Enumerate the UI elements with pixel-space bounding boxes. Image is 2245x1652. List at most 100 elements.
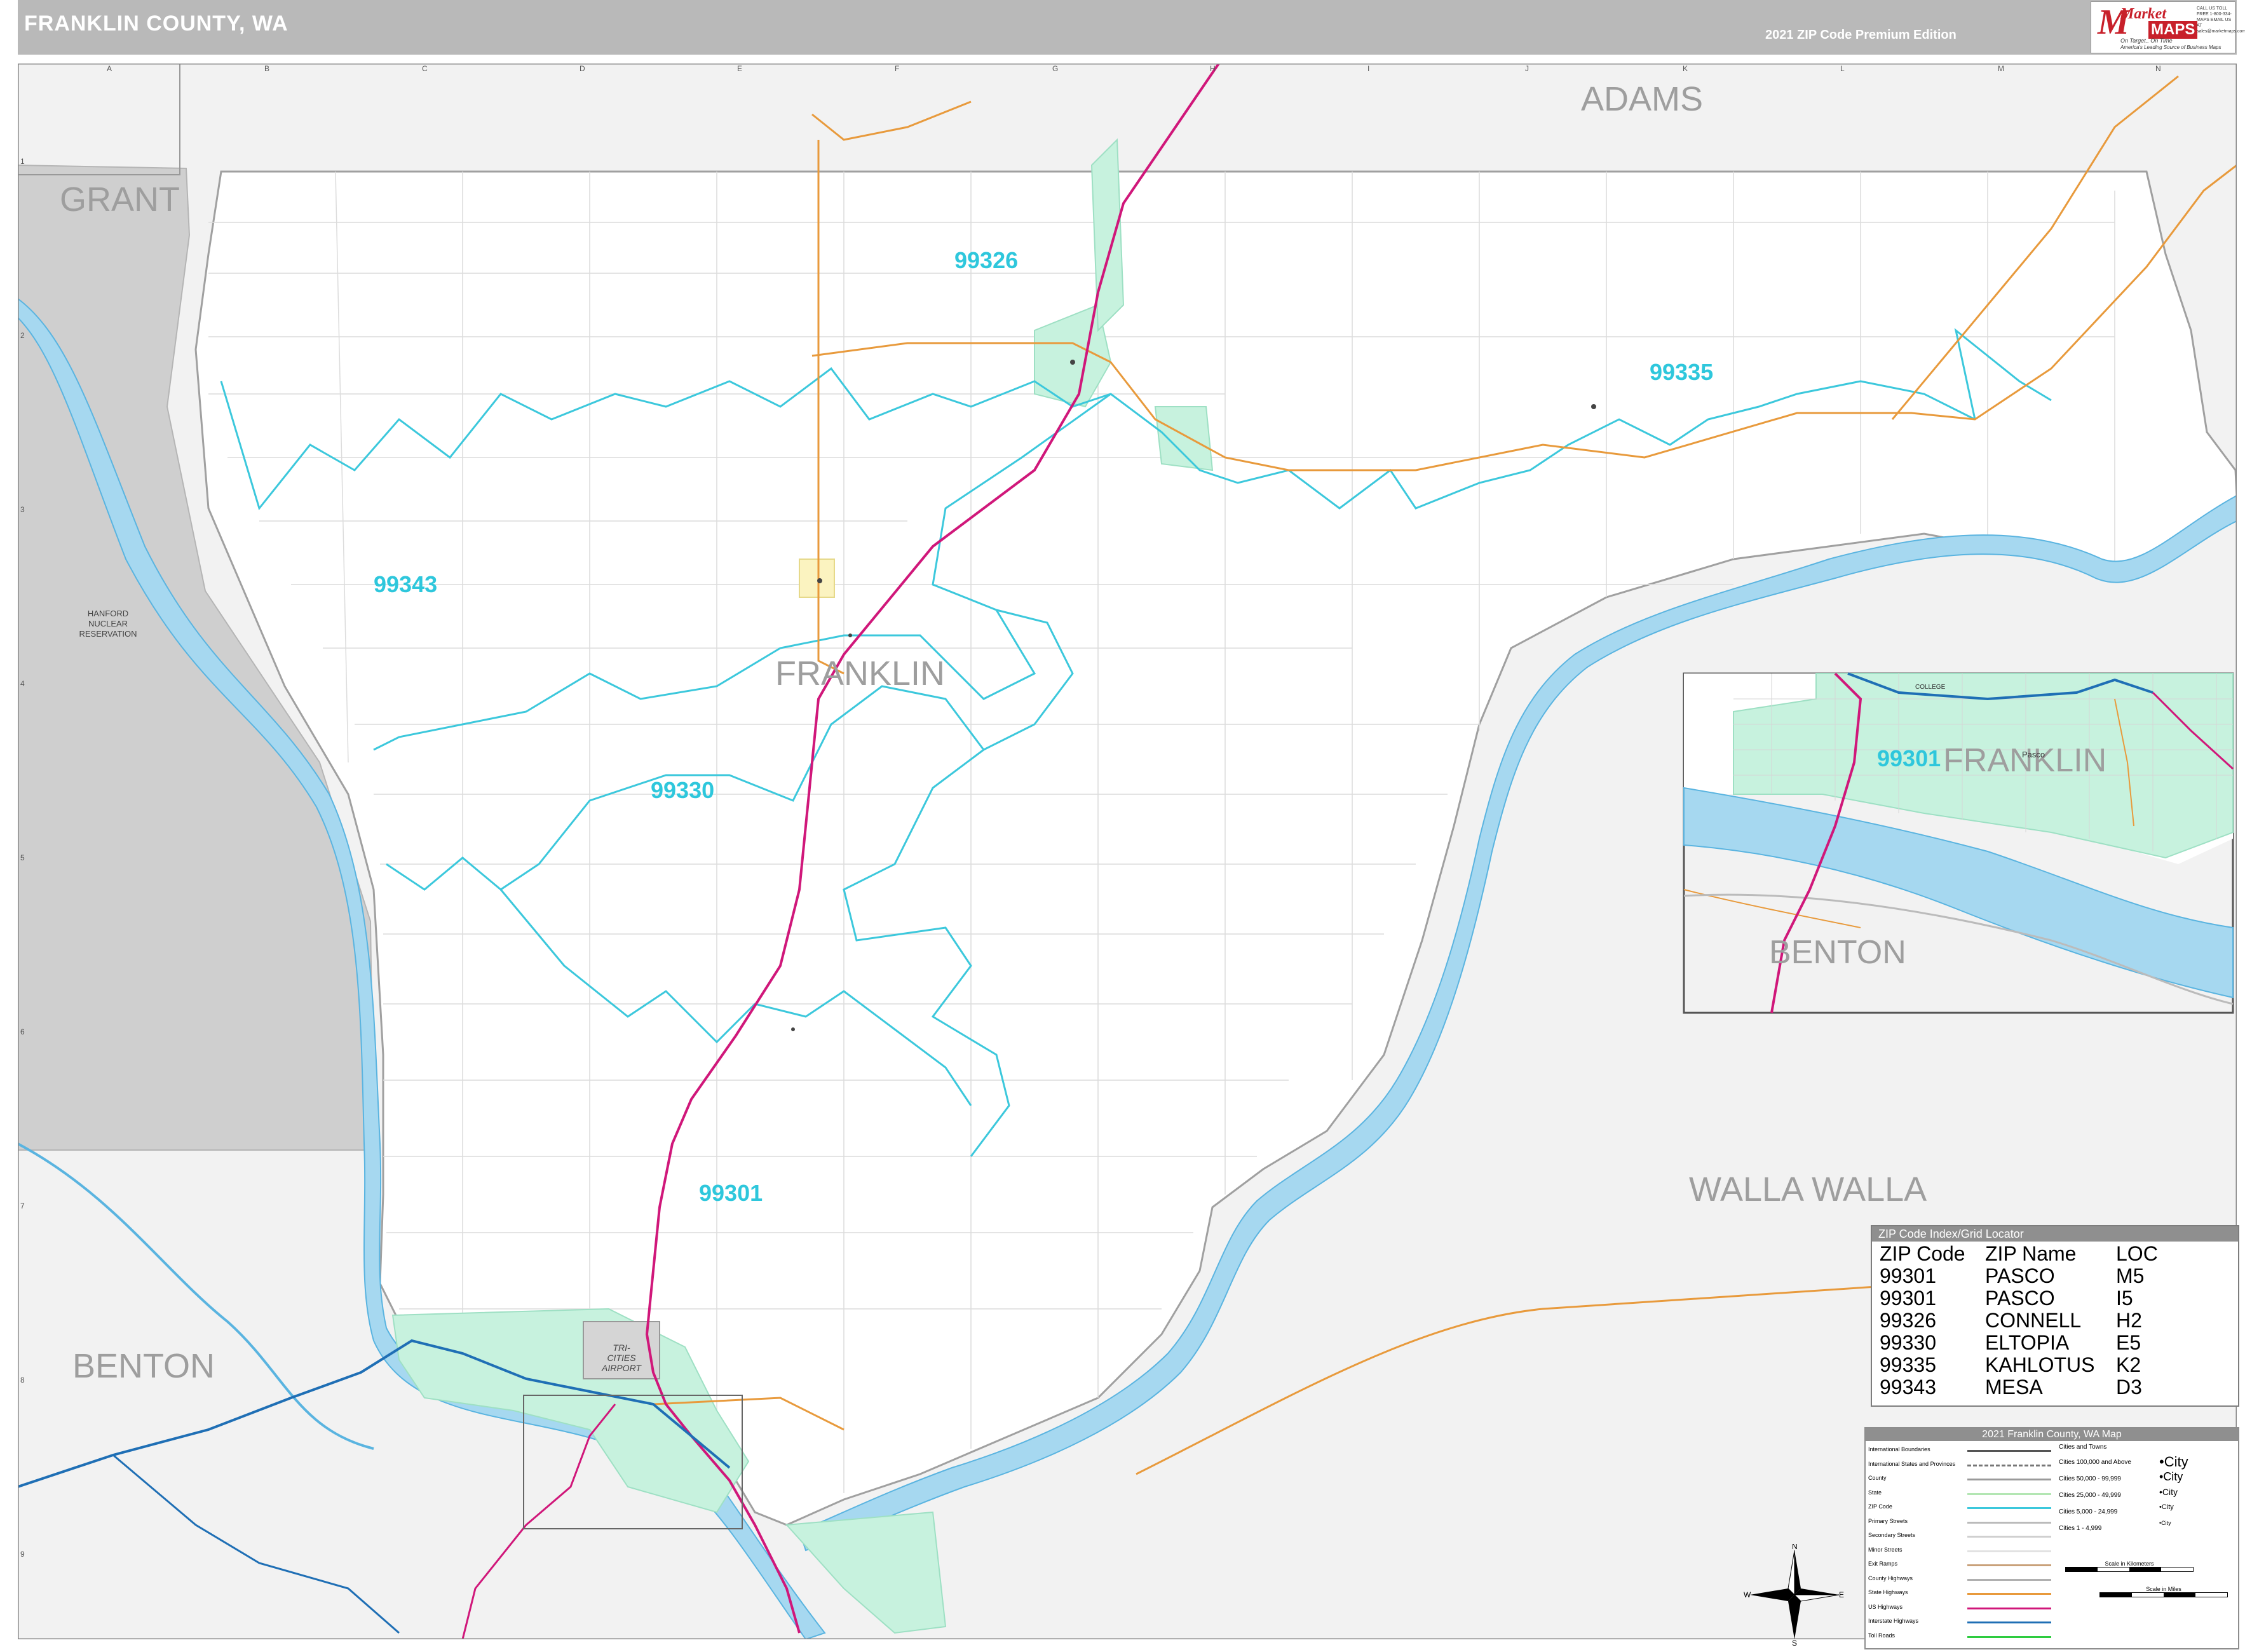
legend-row-swatch [1967, 1550, 2051, 1552]
legend-city-sample: •City [2159, 1520, 2171, 1526]
grid-col-a: A [107, 64, 112, 73]
legend-row-swatch [1967, 1578, 2051, 1581]
compass-south-label: S [1792, 1639, 1797, 1646]
mesa-town-marker [817, 578, 822, 583]
legend-row-swatch [1967, 1464, 2051, 1466]
table-row[interactable]: 99335 KAHLOTUS K2 [1880, 1354, 2158, 1376]
county-label-franklin[interactable]: FRANKLIN [775, 654, 945, 693]
zip-index-cell-name: PASCO [1985, 1264, 2055, 1287]
grid-col-d: D [580, 64, 585, 73]
grid-row-7: 7 [20, 1202, 25, 1210]
county-label-grant[interactable]: GRANT [60, 180, 180, 219]
compass-east-label: E [1839, 1590, 1844, 1599]
legend-row: State [1866, 1487, 2056, 1501]
grid-col-l: L [1840, 64, 1845, 73]
zip-label-99326[interactable]: 99326 [954, 247, 1018, 273]
legend-row-swatch [1967, 1450, 2051, 1452]
grid-col-i: I [1367, 64, 1369, 73]
legend-city-row: Cities 25,000 - 49,999 •City [2056, 1487, 2234, 1503]
zip-index-cell-name: ELTOPIA [1985, 1331, 2070, 1354]
scale-bar-miles: Scale in Miles [2099, 1586, 2228, 1597]
grid-col-j: J [1525, 64, 1529, 73]
eltopia-town-marker [848, 633, 852, 637]
inset-college-label: COLLEGE [1915, 684, 1946, 691]
zip-index-cell-zip: 99343 [1880, 1376, 1936, 1398]
zip-label-99330[interactable]: 99330 [651, 777, 714, 803]
legend-row: Minor Streets [1866, 1544, 2056, 1558]
zip-index-cell-name: CONNELL [1985, 1309, 2082, 1332]
legend-row-label: County [1868, 1475, 1887, 1481]
table-row[interactable]: 99343 MESA D3 [1880, 1376, 2158, 1398]
compass-west-label: W [1744, 1590, 1751, 1599]
pasco-inset-map[interactable]: FRANKLIN BENTON 99301 Pasco COLLEGE [1683, 672, 2234, 1014]
legend-row: International Boundaries [1866, 1444, 2056, 1458]
legend-row: Interstate Highways [1866, 1615, 2056, 1629]
table-row[interactable]: 99301 PASCO I5 [1880, 1287, 2158, 1310]
legend-city-sample: •City [2159, 1470, 2183, 1483]
legend-row-label: US Highways [1868, 1603, 1903, 1610]
zip-index-header-name: ZIP Name [1985, 1242, 2077, 1265]
zip-index-cell-loc: K2 [2116, 1353, 2141, 1376]
zip-index-cell-loc: D3 [2116, 1376, 2142, 1398]
logo-tagline: On Target.. On Time [2120, 37, 2173, 44]
legend-row-swatch [1967, 1564, 2051, 1566]
table-row[interactable]: 99301 PASCO M5 [1880, 1265, 2158, 1287]
legend-row-swatch [1967, 1493, 2051, 1495]
legend-row: International States and Provinces [1866, 1458, 2056, 1472]
grid-row-2: 2 [20, 331, 25, 340]
legend-row-label: State [1868, 1489, 1882, 1496]
zip-index-cell-zip: 99301 [1880, 1287, 1936, 1310]
map-legend: 2021 Franklin County, WA Map Internation… [1864, 1427, 2239, 1649]
table-row[interactable]: 99330 ELTOPIA E5 [1880, 1332, 2158, 1354]
legend-row-swatch [1967, 1536, 2051, 1538]
legend-city-label: Cities 1 - 4,999 [2059, 1525, 2102, 1532]
zip-index-cell-zip: 99301 [1880, 1264, 1936, 1287]
legend-row-label: Secondary Streets [1868, 1532, 1916, 1538]
legend-row: Toll Roads [1866, 1630, 2056, 1644]
connell-town-marker [1070, 360, 1075, 365]
legend-row-label: International Boundaries [1868, 1446, 1930, 1452]
grid-col-m: M [1998, 64, 2004, 73]
legend-row-swatch [1967, 1593, 2051, 1595]
market-maps-logo[interactable]: M Market MAPS On Target.. On Time Americ… [2091, 1, 2245, 53]
grid-col-e: E [737, 64, 742, 73]
zip-index-cell-loc: E5 [2116, 1331, 2141, 1354]
zip-label-99335[interactable]: 99335 [1650, 359, 1713, 385]
legend-row: County Highways [1866, 1573, 2056, 1587]
legend-row-swatch [1967, 1622, 2051, 1623]
grid-row-5: 5 [20, 853, 25, 862]
legend-city-sample: •City [2159, 1503, 2174, 1511]
county-label-adams[interactable]: ADAMS [1581, 80, 1703, 118]
zip-index-header-row: ZIP Code ZIP Name LOC [1880, 1243, 2158, 1265]
grid-col-f: F [895, 64, 899, 73]
zip-index-header-zip: ZIP Code [1880, 1242, 1965, 1265]
connell-east-area [1154, 406, 1214, 471]
legend-row-label: County Highways [1868, 1574, 1913, 1581]
logo-maps-text: MAPS [2148, 21, 2198, 39]
legend-cities-title: Cities and Towns [2059, 1444, 2107, 1451]
grid-row-8: 8 [20, 1376, 25, 1385]
zip-index-title: ZIP Code Index/Grid Locator [1872, 1226, 2238, 1242]
county-label-benton[interactable]: BENTON [72, 1347, 215, 1385]
legend-city-label: Cities 100,000 and Above [2059, 1459, 2131, 1466]
map-title: FRANKLIN COUNTY, WA [24, 11, 288, 36]
legend-city-label: Cities 25,000 - 49,999 [2059, 1492, 2121, 1499]
kahlotus-town-marker [1591, 404, 1596, 409]
legend-city-row: Cities 100,000 and Above •City [2056, 1454, 2234, 1470]
table-row[interactable]: 99326 CONNELL H2 [1880, 1310, 2158, 1332]
zip-index-cell-zip: 99326 [1880, 1309, 1936, 1332]
zip-index-cell-zip: 99330 [1880, 1331, 1936, 1354]
grid-row-4: 4 [20, 679, 25, 688]
zip-label-99343[interactable]: 99343 [374, 571, 437, 597]
legend-row-swatch [1967, 1521, 2051, 1524]
grid-col-k: K [1683, 64, 1688, 73]
county-label-walla-walla[interactable]: WALLA WALLA [1689, 1170, 1927, 1209]
grid-col-n: N [2155, 64, 2161, 73]
scale-mi-label: Scale in Miles [2146, 1586, 2181, 1592]
zip-index-cell-name: KAHLOTUS [1985, 1353, 2095, 1376]
zip-code-index: ZIP Code Index/Grid Locator ZIP Code ZIP… [1871, 1225, 2239, 1407]
zip-label-99301[interactable]: 99301 [699, 1180, 763, 1206]
legend-city-row: Cities 50,000 - 99,999 •City [2056, 1470, 2234, 1487]
grid-row-9: 9 [20, 1550, 25, 1559]
inset-county-label-franklin: FRANKLIN [1943, 742, 2106, 779]
